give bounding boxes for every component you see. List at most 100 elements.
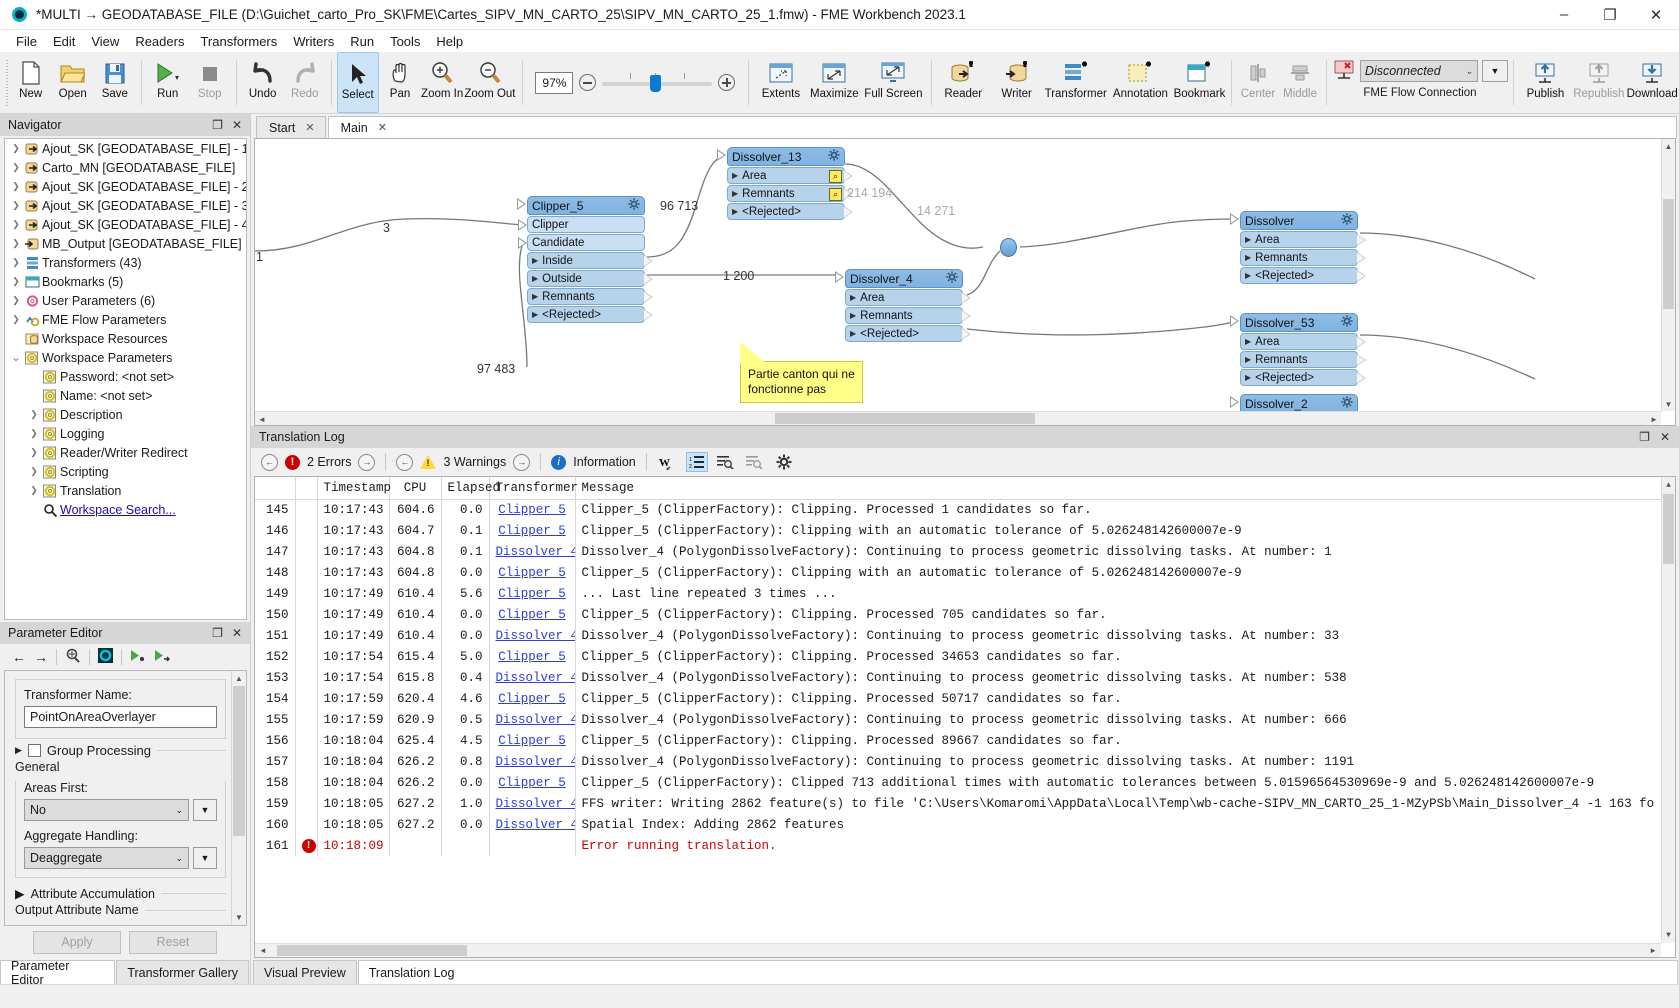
chevron-right-icon[interactable]: ❯ (9, 162, 23, 173)
run-button[interactable]: Run (147, 52, 189, 113)
col-timestamp[interactable]: Timestamp (317, 477, 391, 500)
scroll-up-arrow-icon[interactable]: ▲ (1662, 139, 1675, 153)
log-transformer-link[interactable]: Clipper_5 (498, 566, 566, 580)
save-button[interactable]: Save (94, 52, 136, 113)
scroll-down-arrow-icon[interactable]: ▼ (232, 910, 246, 925)
scroll-left-arrow-icon[interactable]: ◄ (255, 412, 269, 425)
node-output-port[interactable]: ▶ Inside (527, 252, 653, 269)
run-to-here-icon[interactable] (130, 648, 146, 666)
translation-log-table[interactable]: Timestamp CPU Elapsed Transformer Messag… (254, 476, 1676, 958)
log-row[interactable]: 161! 10:18:09 Error running translation. (255, 835, 1675, 856)
navigator-item[interactable]: ❯ Carto_MN [GEODATABASE_FILE] (5, 158, 246, 177)
open-button[interactable]: Open (52, 52, 94, 113)
align-center-button[interactable]: Center (1237, 52, 1279, 113)
extents-button[interactable]: Extents (754, 52, 807, 113)
node-output-port[interactable]: ▶ <Rejected> (1240, 267, 1366, 284)
node-input-pin[interactable] (717, 149, 726, 161)
stop-button[interactable]: Stop (189, 52, 231, 113)
chevron-right-icon[interactable]: ❯ (27, 485, 41, 496)
chevron-right-icon[interactable]: ❯ (9, 257, 23, 268)
log-transformer-link[interactable]: Clipper_5 (498, 524, 566, 538)
node-output-pin[interactable] (962, 310, 971, 322)
node-output-pin[interactable] (962, 292, 971, 304)
workspace-canvas[interactable]: Dissolver_13 ▶ Area ⌕ ▶ Remnants ⌕ ▶ <Rejected> C… (254, 138, 1676, 426)
col-transformer[interactable]: Transformer (489, 477, 578, 500)
scroll-down-arrow-icon[interactable]: ▼ (1662, 927, 1675, 943)
navigator-tree[interactable]: ❯ Ajout_SK [GEODATABASE_FILE] - 1 ❯ Carto_M… (4, 138, 247, 620)
log-row[interactable]: 156 10:18:04 625.4 4.5 Clipper_5 Clipper_5 (C… (255, 730, 1675, 751)
chevron-right-icon[interactable]: ❯ (27, 447, 41, 458)
forward-arrow-icon[interactable]: → (34, 649, 48, 665)
previous-warning-button[interactable]: ← (396, 453, 414, 471)
chevron-right-icon[interactable]: ❯ (9, 314, 23, 325)
navigator-item[interactable]: ❯ MB_Output [GEODATABASE_FILE] (5, 234, 246, 253)
scroll-right-arrow-icon[interactable]: ► (1647, 412, 1661, 425)
node-input-port[interactable]: Candidate (518, 234, 645, 251)
navigator-item[interactable]: ❯ Ajout_SK [GEODATABASE_FILE] - 2 (5, 177, 246, 196)
add-transformer-button[interactable]: Transformer (1043, 52, 1108, 113)
aggregate-handling-select[interactable]: Deaggregate ⌄ (24, 847, 189, 869)
node-output-port[interactable]: ▶ Area (1240, 333, 1366, 350)
full-screen-button[interactable]: Full Screen (861, 52, 926, 113)
log-row[interactable]: 157 10:18:04 626.2 0.8 Dissolver_4 Dissolver_… (255, 751, 1675, 772)
navigator-item[interactable]: ❯ Description (5, 405, 246, 424)
next-warning-button[interactable]: → (513, 453, 531, 471)
chevron-right-icon[interactable]: ❯ (27, 466, 41, 477)
close-icon[interactable]: ✕ (1660, 430, 1670, 444)
download-button[interactable]: Download (1626, 52, 1679, 113)
zoom-out-button[interactable]: Zoom Out (463, 52, 516, 113)
expand-triangle-icon[interactable]: ▶ (15, 886, 25, 901)
transformer-node-header[interactable]: Dissolver_4 (835, 269, 963, 288)
node-output-pin[interactable] (1357, 354, 1366, 366)
node-output-port[interactable]: ▶ <Rejected> (527, 306, 653, 323)
log-row[interactable]: 159 10:18:05 627.2 1.0 Dissolver_4 FFS writer… (255, 793, 1675, 814)
transformer-node-header[interactable]: Clipper_5 (517, 196, 645, 215)
tab-transformer-gallery[interactable]: Transformer Gallery (116, 960, 249, 984)
log-row[interactable]: 151 10:17:49 610.4 0.0 Dissolver_4 Dissolver_… (255, 625, 1675, 646)
scrollbar-thumb[interactable] (775, 413, 1035, 424)
scroll-right-arrow-icon[interactable]: ► (1645, 944, 1661, 957)
zoom-slider[interactable] (602, 72, 713, 93)
menu-help[interactable]: Help (428, 32, 471, 51)
undo-button[interactable]: Undo (242, 52, 284, 113)
transformer-node[interactable]: Dissolver_13 ▶ Area ⌕ ▶ Remnants ⌕ ▶ <Rejected> (717, 147, 853, 220)
fme-flow-connection-select[interactable]: Disconnected ⌄ (1359, 60, 1478, 82)
navigator-item[interactable]: ❯ Logging (5, 424, 246, 443)
navigator-item[interactable]: ❯ Reader/Writer Redirect (5, 443, 246, 462)
areas-first-dropdown-button[interactable]: ▼ (193, 799, 217, 821)
node-output-port[interactable]: ▶ <Rejected> (727, 203, 853, 220)
apply-button[interactable]: Apply (33, 930, 121, 954)
log-transformer-link[interactable]: Dissolver_4 (496, 713, 575, 727)
float-panel-icon[interactable]: ❐ (212, 626, 223, 640)
gear-icon[interactable] (1341, 213, 1353, 228)
scrollbar-thumb[interactable] (277, 945, 467, 956)
navigator-item[interactable]: ❯ Ajout_SK [GEODATABASE_FILE] - 3 (5, 196, 246, 215)
menu-writers[interactable]: Writers (285, 32, 342, 51)
select-tool-button[interactable]: Select (336, 52, 379, 113)
col-severity-icon[interactable] (295, 477, 318, 500)
new-button[interactable]: New (10, 52, 52, 113)
word-wrap-icon[interactable]: W (657, 452, 679, 472)
log-row[interactable]: 152 10:17:54 615.4 5.0 Clipper_5 Clipper_5 (C… (255, 646, 1675, 667)
gear-icon[interactable] (946, 271, 958, 286)
zoom-slider-thumb[interactable] (650, 74, 662, 92)
navigator-item[interactable]: ⌄ Workspace Parameters (5, 348, 246, 367)
tab-main[interactable]: Main ✕ (327, 116, 1677, 138)
gear-icon[interactable] (828, 149, 840, 164)
node-input-pin[interactable] (518, 237, 527, 249)
attribute-accumulation-section[interactable]: ▶ Attribute Accumulation (15, 886, 226, 901)
log-transformer-link[interactable]: Clipper_5 (498, 503, 566, 517)
transformer-node[interactable]: Dissolver_53 ▶ Area ▶ Remnants ▶ <Rejected> (1230, 313, 1366, 386)
node-input-port[interactable]: Clipper (518, 216, 645, 233)
node-output-port[interactable]: ▶ Outside (527, 270, 653, 287)
log-row[interactable]: 158 10:18:04 626.2 0.0 Clipper_5 Clipper_5 (C… (255, 772, 1675, 793)
add-bookmark-button[interactable]: Bookmark (1173, 52, 1226, 113)
log-row[interactable]: 153 10:17:54 615.8 0.4 Dissolver_4 Dissolver_… (255, 667, 1675, 688)
col-message[interactable]: Message (575, 477, 1675, 500)
gear-icon[interactable] (773, 452, 795, 472)
tab-start[interactable]: Start ✕ (256, 116, 326, 138)
node-output-port[interactable]: ▶ Remnants ⌕ (727, 185, 853, 202)
chevron-right-icon[interactable]: ❯ (9, 295, 23, 306)
find-icon[interactable] (715, 452, 737, 472)
navigator-item[interactable]: ❯ FME Flow Parameters (5, 310, 246, 329)
